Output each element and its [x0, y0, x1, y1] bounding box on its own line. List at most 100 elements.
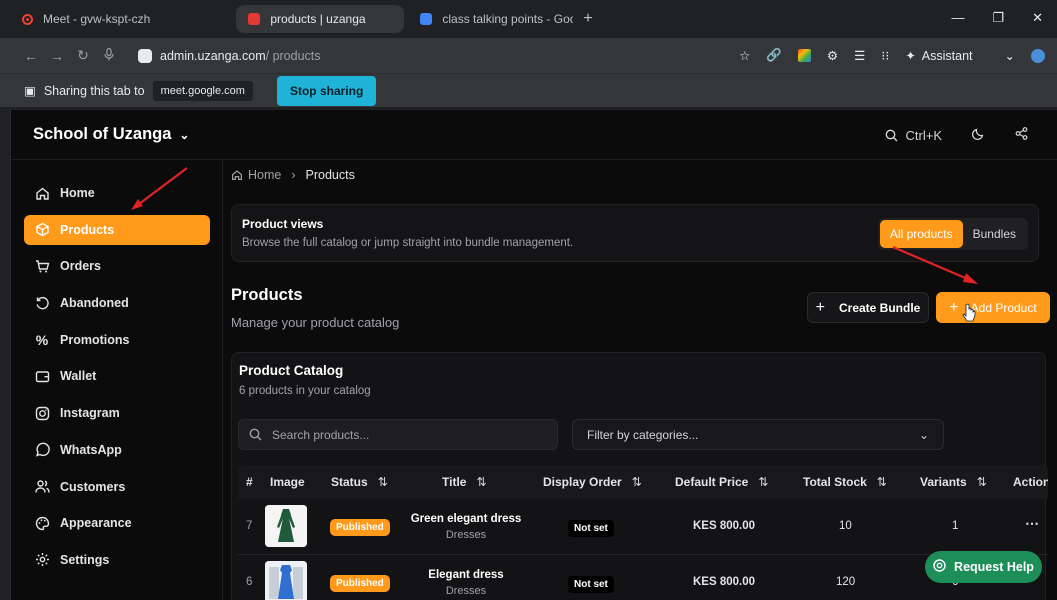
- row-actions-icon[interactable]: ⋯: [1025, 515, 1039, 532]
- sort-icon: ⇅: [476, 475, 487, 489]
- new-tab-button[interactable]: +: [583, 10, 592, 28]
- col-title[interactable]: Title ⇅: [442, 475, 487, 489]
- back-icon[interactable]: ←: [18, 48, 44, 64]
- sidebar-item-promotions[interactable]: % Promotions: [24, 325, 210, 355]
- browser-tab-docs[interactable]: class talking points - Goog: [408, 5, 573, 33]
- breadcrumb: Home › Products: [231, 168, 355, 182]
- mouse-cursor-icon: [962, 303, 976, 322]
- extensions-puzzle-icon[interactable]: ⚙: [827, 48, 838, 63]
- views-description: Browse the full catalog or jump straight…: [242, 237, 574, 249]
- catalog-count: 6 products in your catalog: [239, 385, 371, 397]
- browser-tab-products[interactable]: products | uzanga: [236, 5, 405, 33]
- product-price: KES 800.00: [693, 576, 756, 588]
- category-filter-select[interactable]: Filter by categories... ⌄: [572, 419, 944, 450]
- rotate-icon: [34, 295, 50, 311]
- row-number: 7: [246, 520, 253, 532]
- menu-lines-icon[interactable]: ☰: [854, 48, 865, 63]
- col-status-label: Status: [331, 475, 368, 489]
- tab-title: class talking points - Goog: [442, 12, 574, 26]
- sidebar-item-instagram[interactable]: Instagram: [24, 398, 210, 428]
- product-title-cell[interactable]: Green elegant dress Dresses: [406, 513, 526, 541]
- chevron-down-icon: ⌄: [918, 427, 929, 442]
- products-table: # Image Status ⇅ Title ⇅ Display Order ⇅ De…: [238, 465, 1048, 600]
- stop-sharing-button[interactable]: Stop sharing: [276, 75, 377, 106]
- tab-title: products | uzanga: [270, 12, 366, 26]
- command-search-button[interactable]: Ctrl+K: [885, 128, 942, 143]
- bookmark-star-icon[interactable]: ☆: [739, 48, 750, 63]
- url-bar[interactable]: admin.uzanga.com / products: [132, 43, 692, 69]
- chevron-down-icon: ⌄: [179, 128, 190, 142]
- breadcrumb-home[interactable]: Home: [231, 168, 281, 182]
- status-badge: Published: [330, 519, 390, 536]
- brand-switcher[interactable]: School of Uzanga ⌄: [33, 125, 189, 144]
- profile-avatar[interactable]: [1031, 48, 1045, 63]
- extension-color-icon[interactable]: [797, 49, 811, 62]
- sidebar-item-abandoned[interactable]: Abandoned: [24, 288, 210, 318]
- annotation-arrow: [131, 167, 188, 210]
- sidebar-item-customers[interactable]: Customers: [24, 472, 210, 502]
- breadcrumb-current: Products: [305, 168, 355, 182]
- shortcut-label: Ctrl+K: [905, 127, 942, 143]
- sidebar-item-products[interactable]: Products: [24, 214, 210, 245]
- create-bundle-label: Create Bundle: [838, 300, 921, 315]
- product-stock: 10: [839, 520, 852, 532]
- sidebar-item-label: Products: [60, 222, 115, 237]
- product-category: Dresses: [445, 529, 487, 541]
- site-favicon-icon: [248, 13, 261, 25]
- sidebar-item-appearance[interactable]: Appearance: [24, 508, 210, 538]
- url-host: admin.uzanga.com: [160, 48, 266, 63]
- home-icon: [232, 170, 242, 180]
- request-help-button[interactable]: Request Help: [925, 551, 1042, 583]
- reload-icon[interactable]: ↻: [70, 47, 96, 64]
- users-icon: [34, 479, 50, 495]
- col-image: Image: [270, 475, 305, 489]
- browser-tab-meet[interactable]: Meet - gvw-kspt-czh: [10, 5, 232, 33]
- site-info-icon[interactable]: [138, 48, 152, 63]
- add-product-button[interactable]: + Add Product: [936, 292, 1050, 323]
- table-header: # Image Status ⇅ Title ⇅ Display Order ⇅ De…: [238, 465, 1048, 499]
- sidebar-item-orders[interactable]: Orders: [24, 251, 210, 281]
- instagram-icon: [34, 405, 50, 421]
- views-title: Product views: [242, 217, 324, 231]
- catalog-title: Product Catalog: [239, 363, 344, 378]
- sidebar-item-label: Orders: [60, 259, 101, 274]
- share-icon[interactable]: [1015, 127, 1028, 143]
- share-target: meet.google.com: [152, 80, 253, 101]
- annotation-arrow: [892, 245, 978, 284]
- forward-icon[interactable]: →: [44, 48, 70, 64]
- product-category: Dresses: [445, 585, 487, 597]
- col-status[interactable]: Status ⇅: [331, 475, 388, 489]
- create-bundle-button[interactable]: + Create Bundle: [807, 292, 929, 323]
- maximize-icon[interactable]: ❐: [992, 10, 1004, 26]
- search-input[interactable]: Search products...: [238, 419, 558, 450]
- address-toolbar: ← → ↻ admin.uzanga.com / products ☆ 🔗 ⚙ …: [0, 38, 1057, 73]
- link-icon[interactable]: 🔗: [766, 48, 782, 63]
- chevron-down-icon[interactable]: ⌄: [1005, 48, 1015, 63]
- request-help-label: Request Help: [954, 560, 1034, 574]
- col-default-price[interactable]: Default Price ⇅: [675, 475, 768, 489]
- product-stock: 120: [836, 576, 856, 588]
- col-default-price-label: Default Price: [675, 475, 749, 489]
- minimize-icon[interactable]: —: [951, 10, 964, 26]
- close-icon[interactable]: ✕: [1032, 10, 1043, 26]
- col-variants[interactable]: Variants ⇅: [920, 475, 987, 489]
- sidebar-item-settings[interactable]: Settings: [24, 545, 210, 575]
- theme-moon-icon[interactable]: [971, 127, 985, 143]
- audio-wave-icon[interactable]: ⁝⁝: [881, 48, 889, 63]
- product-price: KES 800.00: [693, 520, 756, 532]
- col-total-stock[interactable]: Total Stock ⇅: [803, 475, 887, 489]
- assistant-button[interactable]: ✦ Assistant: [905, 48, 972, 64]
- col-variants-label: Variants: [920, 475, 967, 489]
- browser-tab-strip: Meet - gvw-kspt-czh products | uzanga cl…: [0, 0, 1057, 38]
- toolbar-right: ☆ 🔗 ⚙ ☰ ⁝⁝ ✦ Assistant ⌄: [739, 38, 1045, 73]
- microphone-icon[interactable]: [96, 47, 122, 64]
- sidebar-item-wallet[interactable]: Wallet: [24, 361, 210, 391]
- tab-title: Meet - gvw-kspt-czh: [43, 12, 151, 26]
- col-display-order[interactable]: Display Order ⇅: [543, 475, 642, 489]
- brand-name: School of Uzanga: [33, 125, 172, 143]
- sort-icon: ⇅: [876, 475, 887, 489]
- table-row[interactable]: 7 Published Green elegant dress Dresses …: [238, 499, 1048, 555]
- product-title-cell[interactable]: Elegant dress Dresses: [406, 569, 526, 597]
- box-icon: [34, 222, 50, 238]
- sidebar-item-whatsapp[interactable]: WhatsApp: [24, 435, 210, 465]
